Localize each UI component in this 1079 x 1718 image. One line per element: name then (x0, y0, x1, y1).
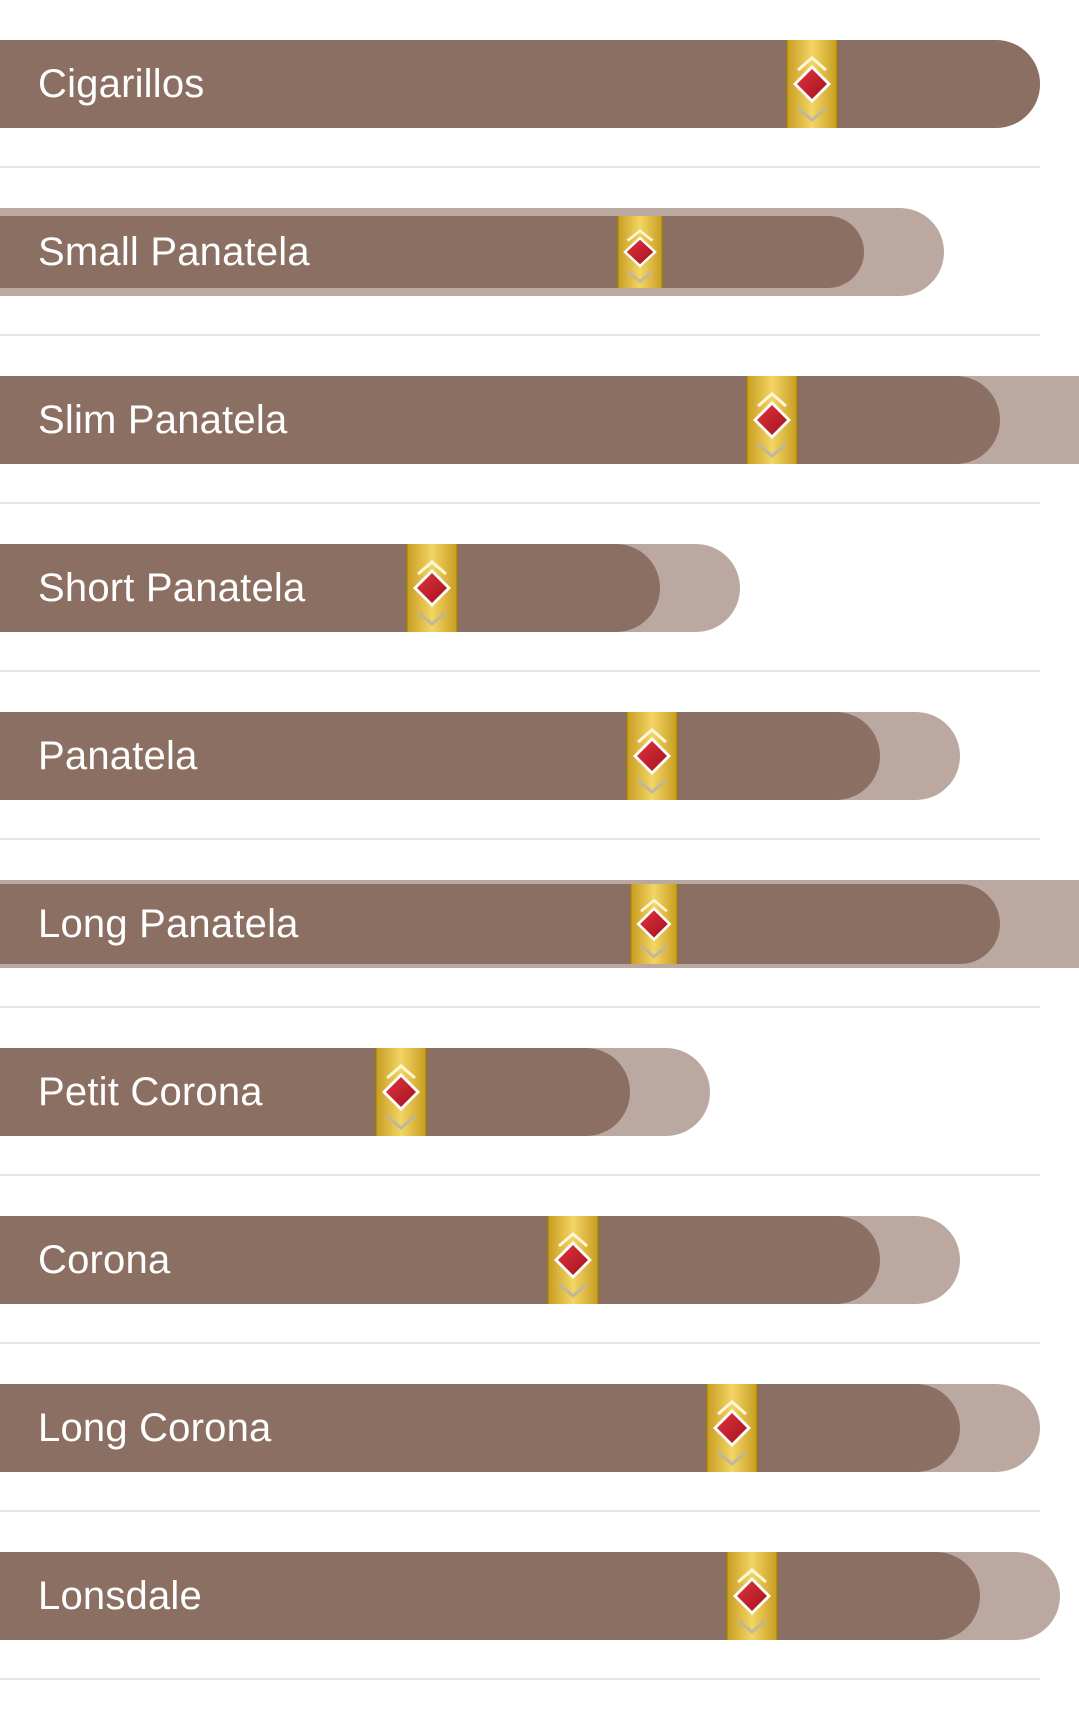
cigar-size-label: Long Corona (38, 1406, 272, 1450)
cigar-size-item-lonsdale[interactable]: Lonsdale (0, 1512, 1079, 1680)
gold-band-diamond-icon (617, 216, 663, 288)
gold-band-diamond-icon (406, 544, 458, 632)
list-divider (0, 1678, 1040, 1680)
cigar-size-label: Cigarillos (38, 62, 205, 106)
cigar-size-item-long-panatela[interactable]: Long Panatela (0, 840, 1079, 1008)
cigar-size-label: Long Panatela (38, 902, 299, 946)
cigar-size-item-slim-panatela[interactable]: Slim Panatela (0, 336, 1079, 504)
cigar-size-label: Lonsdale (38, 1574, 202, 1618)
cigar-size-label: Petit Corona (38, 1070, 263, 1114)
gold-band-diamond-icon (746, 376, 798, 464)
cigar-size-label: Small Panatela (38, 230, 310, 274)
cigar-size-item-long-corona[interactable]: Long Corona (0, 1344, 1079, 1512)
cigar-size-item-short-panatela[interactable]: Short Panatela (0, 504, 1079, 672)
gold-band-diamond-icon (630, 884, 678, 964)
cigar-size-label: Slim Panatela (38, 398, 288, 442)
cigar-size-item-cigarillos[interactable]: Cigarillos (0, 0, 1079, 168)
gold-band-diamond-icon (786, 40, 838, 128)
cigar-size-item-corona[interactable]: Corona (0, 1176, 1079, 1344)
cigar-size-label: Short Panatela (38, 566, 306, 610)
gold-band-diamond-icon (626, 712, 678, 800)
cigar-size-item-petit-corona[interactable]: Petit Corona (0, 1008, 1079, 1176)
cigar-size-label: Corona (38, 1238, 171, 1282)
gold-band-diamond-icon (375, 1048, 427, 1136)
cigar-size-item-small-panatela[interactable]: Small Panatela (0, 168, 1079, 336)
gold-band-diamond-icon (547, 1216, 599, 1304)
gold-band-diamond-icon (706, 1384, 758, 1472)
cigar-size-item-panatela[interactable]: Panatela (0, 672, 1079, 840)
gold-band-diamond-icon (726, 1552, 778, 1640)
cigar-size-list: Cigarillos Small Panatela Slim Panatela … (0, 0, 1079, 1718)
cigar-size-label: Panatela (38, 734, 198, 778)
